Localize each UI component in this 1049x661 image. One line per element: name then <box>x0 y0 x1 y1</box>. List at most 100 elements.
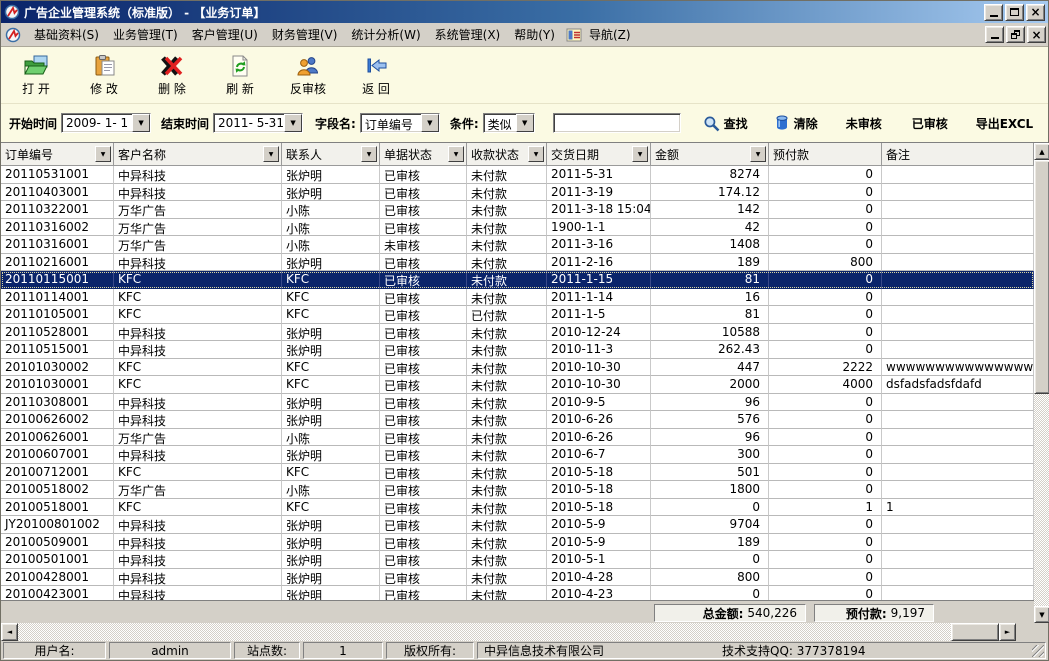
column-header-remark[interactable]: 备注 <box>882 143 1034 165</box>
menu-item-2[interactable]: 业务管理(T) <box>106 23 185 46</box>
start-date-picker[interactable]: 2009- 1- 1 <box>61 113 151 133</box>
toolbar-unaudit-users-button[interactable]: 反审核 <box>281 51 335 99</box>
cell-doc-status: 已审核 <box>380 359 467 377</box>
column-header-delivery-date[interactable]: 交货日期 <box>547 143 651 165</box>
menu-item-6[interactable]: 系统管理(X) <box>428 23 508 46</box>
cell-customer-name: 中异科技 <box>114 341 282 359</box>
menu-item-7[interactable]: 帮助(Y) <box>507 23 562 46</box>
table-row[interactable]: 20110114001KFCKFC已审核未付款2011-1-14160 <box>1 289 1034 307</box>
column-header-amount[interactable]: 金额 <box>651 143 769 165</box>
toolbar-back-arrow-button[interactable]: 返 回 <box>349 51 403 99</box>
column-header-label: 订单编号 <box>5 146 95 163</box>
horizontal-scroll-thumb[interactable] <box>951 623 999 641</box>
toolbar-refresh-page-button[interactable]: 刷 新 <box>213 51 267 99</box>
search-input[interactable] <box>553 113 681 133</box>
table-row[interactable]: 20101030001KFCKFC已审核未付款2010-10-302000400… <box>1 376 1034 394</box>
scroll-down-icon[interactable] <box>1034 606 1049 623</box>
table-row[interactable]: 20100626001万华广告小陈已审核未付款2010-6-26960 <box>1 429 1034 447</box>
scroll-left-icon[interactable] <box>1 623 18 641</box>
start-date-value: 2009- 1- 1 <box>62 114 132 132</box>
mdi-close-button[interactable] <box>1027 26 1046 43</box>
table-row[interactable]: 20100518001KFCKFC已审核未付款2010-5-18011 <box>1 499 1034 517</box>
vertical-scrollbar[interactable] <box>1034 143 1049 623</box>
vertical-scroll-thumb[interactable] <box>1034 160 1049 394</box>
table-row[interactable]: 20100518002万华广告小陈已审核未付款2010-5-1818000 <box>1 481 1034 499</box>
cell-contact: 张炉明 <box>282 586 380 600</box>
chevron-down-icon[interactable] <box>516 114 534 132</box>
table-row[interactable]: 20110308001中异科技张炉明已审核未付款2010-9-5960 <box>1 394 1034 412</box>
column-header-order-no[interactable]: 订单编号 <box>1 143 114 165</box>
total-amount-value: 540,226 <box>747 606 797 620</box>
cell-amount: 96 <box>651 394 769 412</box>
toolbar-open-folder-button[interactable]: 打 开 <box>9 51 63 99</box>
table-row[interactable]: 20110316001万华广告小陈未审核未付款2011-3-1614080 <box>1 236 1034 254</box>
chevron-down-icon[interactable] <box>421 114 439 132</box>
vertical-scroll-track[interactable] <box>1034 394 1049 606</box>
menu-item-8[interactable]: 导航(Z) <box>582 23 638 46</box>
column-header-payment-status[interactable]: 收款状态 <box>467 143 547 165</box>
table-row[interactable]: 20110531001中异科技张炉明已审核未付款2011-5-3182740 <box>1 166 1034 184</box>
table-row[interactable]: 20101030002KFCKFC已审核未付款2010-10-304472222… <box>1 359 1034 377</box>
table-row[interactable]: JY20100801002中异科技张炉明已审核未付款2010-5-997040 <box>1 516 1034 534</box>
horizontal-scrollbar[interactable] <box>1 623 1048 641</box>
table-row[interactable]: 20110528001中异科技张炉明已审核未付款2010-12-24105880 <box>1 324 1034 342</box>
menu-item-5[interactable]: 统计分析(W) <box>344 23 427 46</box>
table-row[interactable]: 20110403001中异科技张炉明已审核未付款2011-3-19174.120 <box>1 184 1034 202</box>
close-button[interactable] <box>1026 4 1045 21</box>
toolbar-delete-x-button[interactable]: 删 除 <box>145 51 199 99</box>
scroll-right-icon[interactable] <box>999 623 1016 641</box>
table-row[interactable]: 20110322001万华广告小陈已审核未付款2011-3-18 15:04:5… <box>1 201 1034 219</box>
field-name-select[interactable]: 订单编号 <box>360 113 440 133</box>
table-row[interactable]: 20110515001中异科技张炉明已审核未付款2010-11-3262.430 <box>1 341 1034 359</box>
chevron-down-icon[interactable] <box>284 114 302 132</box>
column-filter-dropdown-icon[interactable] <box>632 146 648 162</box>
find-button[interactable]: 查找 <box>703 115 748 132</box>
table-row[interactable]: 20100501001中异科技张炉明已审核未付款2010-5-100 <box>1 551 1034 569</box>
mdi-restore-button[interactable] <box>1006 26 1025 43</box>
table-row[interactable]: 20110216001中异科技张炉明已审核未付款2011-2-16189800 <box>1 254 1034 272</box>
title-bar[interactable]: 广告企业管理系统（标准版） - 【业务订单】 <box>1 1 1048 23</box>
menu-item-1[interactable]: 基础资料(S) <box>27 23 106 46</box>
table-row[interactable]: 20100509001中异科技张炉明已审核未付款2010-5-91890 <box>1 534 1034 552</box>
table-row[interactable]: 20100428001中异科技张炉明已审核未付款2010-4-288000 <box>1 569 1034 587</box>
unaudited-button[interactable]: 未审核 <box>846 115 882 132</box>
scroll-up-icon[interactable] <box>1034 143 1049 160</box>
column-filter-dropdown-icon[interactable] <box>528 146 544 162</box>
table-row[interactable]: 20100607001中异科技张炉明已审核未付款2010-6-73000 <box>1 446 1034 464</box>
mdi-minimize-button[interactable] <box>985 26 1004 43</box>
column-filter-dropdown-icon[interactable] <box>361 146 377 162</box>
toolbar-edit-clipboard-button[interactable]: 修 改 <box>77 51 131 99</box>
table-row[interactable]: 20110105001KFCKFC已审核已付款2011-1-5810 <box>1 306 1034 324</box>
column-filter-dropdown-icon[interactable] <box>750 146 766 162</box>
cell-payment-status: 未付款 <box>467 184 547 202</box>
cell-contact: KFC <box>282 359 380 377</box>
column-header-doc-status[interactable]: 单据状态 <box>380 143 467 165</box>
clear-button[interactable]: 清除 <box>774 115 818 132</box>
column-header-customer-name[interactable]: 客户名称 <box>114 143 282 165</box>
menu-item-4[interactable]: 财务管理(V) <box>265 23 345 46</box>
column-header-contact[interactable]: 联系人 <box>282 143 380 165</box>
menu-item-3[interactable]: 客户管理(U) <box>185 23 265 46</box>
table-row[interactable]: 20100626002中异科技张炉明已审核未付款2010-6-265760 <box>1 411 1034 429</box>
chevron-down-icon[interactable] <box>132 114 150 132</box>
column-header-label: 收款状态 <box>471 146 528 163</box>
table-row[interactable]: 20110316002万华广告小陈已审核未付款1900-1-1420 <box>1 219 1034 237</box>
minimize-button[interactable] <box>984 4 1003 21</box>
column-filter-dropdown-icon[interactable] <box>448 146 464 162</box>
condition-select[interactable]: 类似 <box>483 113 535 133</box>
cell-amount: 189 <box>651 534 769 552</box>
table-row[interactable]: 20110115001KFCKFC已审核未付款2011-1-15810 <box>1 271 1034 289</box>
cell-order-no: JY20100801002 <box>1 516 114 534</box>
table-row[interactable]: 20100712001KFCKFC已审核未付款2010-5-185010 <box>1 464 1034 482</box>
maximize-button[interactable] <box>1005 4 1024 21</box>
column-filter-dropdown-icon[interactable] <box>263 146 279 162</box>
table-row[interactable]: 20100423001中异科技张炉明已审核未付款2010-4-2300 <box>1 586 1034 600</box>
column-filter-dropdown-icon[interactable] <box>95 146 111 162</box>
audited-button[interactable]: 已审核 <box>912 115 948 132</box>
horizontal-scroll-track[interactable] <box>18 623 999 641</box>
cell-customer-name: KFC <box>114 376 282 394</box>
column-header-prepaid[interactable]: 预付款 <box>769 143 882 165</box>
end-date-picker[interactable]: 2011- 5-31 <box>213 113 303 133</box>
resize-grip[interactable] <box>1032 645 1044 657</box>
export-excel-button[interactable]: 导出EXCL <box>976 115 1033 132</box>
